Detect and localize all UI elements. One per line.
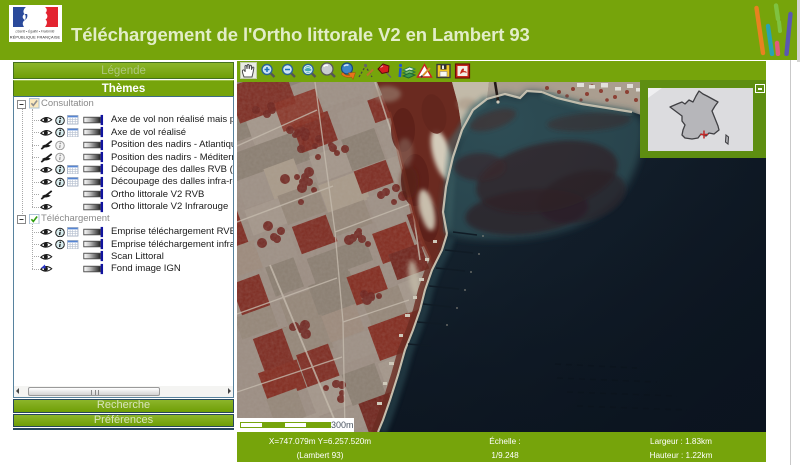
svg-text:RÉPUBLIQUE FRANÇAISE: RÉPUBLIQUE FRANÇAISE — [10, 35, 61, 40]
svg-text:Liberté • Égalité • Fraternité: Liberté • Égalité • Fraternité — [16, 29, 55, 34]
